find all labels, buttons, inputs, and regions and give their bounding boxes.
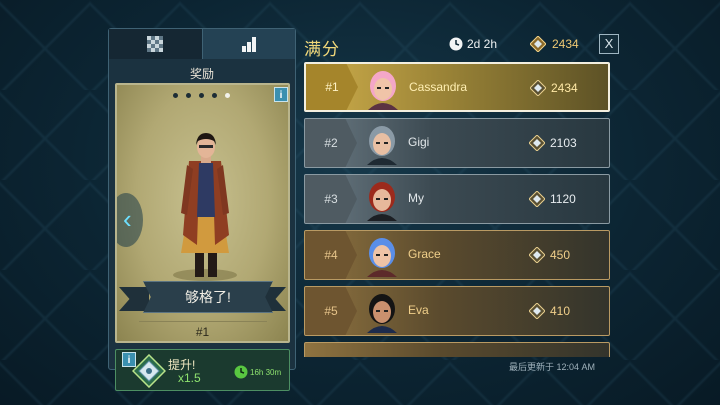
qualified-banner: 够格了!	[143, 281, 273, 313]
player-score: 2103	[529, 135, 577, 151]
total-score: 2434	[530, 36, 579, 52]
tab-leaderboard[interactable]	[202, 29, 295, 59]
tab-checker[interactable]	[109, 29, 203, 59]
rank-badge: #3	[305, 175, 357, 223]
player-name: Grace	[408, 247, 441, 261]
diamond-icon	[529, 135, 545, 151]
player-score-value: 2103	[550, 136, 577, 150]
tab-bar	[109, 29, 295, 59]
leaderboard-row[interactable]: #1 Cassandra 2434	[304, 62, 610, 112]
diamond-gem-icon	[132, 354, 166, 388]
leaderboard-row[interactable]: #3 My 1120	[304, 174, 610, 224]
reward-title: 奖励	[189, 67, 214, 81]
clock-icon	[449, 37, 463, 51]
leaderboard-row[interactable]: #2 Gigi 2103	[304, 118, 610, 168]
player-score: 2434	[530, 80, 578, 96]
player-score: 1120	[529, 191, 576, 207]
player-avatar	[367, 182, 397, 221]
rank-badge: #5	[305, 287, 357, 335]
player-name: My	[408, 191, 424, 205]
player-avatar	[367, 238, 397, 277]
boost-time-left: 16h 30m	[250, 368, 282, 377]
event-timer: 2d 2h	[449, 37, 497, 51]
diamond-icon	[529, 191, 545, 207]
boost-multiplier: x1.5	[178, 371, 201, 385]
player-score: 450	[529, 247, 570, 263]
rank-badge: #1	[306, 64, 358, 110]
player-score-value: 410	[550, 304, 571, 318]
player-score-value: 450	[550, 248, 571, 262]
reward-panel: 奖励 i ‹ 够格了! #1 i 提升! x1.5 16h 30m	[108, 28, 296, 391]
card-divider	[139, 321, 267, 322]
diamond-icon	[529, 303, 545, 319]
player-avatar	[367, 294, 397, 333]
boost-box[interactable]: i 提升! x1.5 16h 30m	[115, 349, 290, 391]
last-updated: 最后更新于 12:04 AM	[509, 362, 596, 372]
player-name: Gigi	[408, 135, 430, 149]
leaderboard-row-partial[interactable]	[304, 342, 610, 357]
leaderboard-row[interactable]: #4 Grace 450	[304, 230, 610, 280]
game-screen: 奖励 i ‹ 够格了! #1 i 提升! x1.5 16h 30m 满分 2d …	[0, 0, 720, 405]
player-score-value: 2434	[551, 81, 578, 95]
reward-card: i ‹ 够格了! #1	[115, 83, 290, 343]
diamond-icon	[530, 36, 546, 52]
player-score: 410	[529, 303, 570, 319]
player-score-value: 1120	[550, 192, 576, 206]
reward-rank: #1	[195, 325, 210, 339]
player-avatar	[368, 71, 398, 110]
bar-chart-icon	[241, 37, 256, 52]
rank-badge: #2	[305, 119, 357, 167]
close-button[interactable]: X	[599, 34, 619, 54]
leaderboard-row[interactable]: #5 Eva 410	[304, 286, 610, 336]
player-name: Cassandra	[409, 80, 468, 94]
clock-icon	[234, 365, 248, 379]
player-name: Eva	[408, 303, 429, 317]
diamond-icon	[529, 247, 545, 263]
total-score-value: 2434	[552, 37, 579, 51]
page-title: 满分	[304, 40, 340, 59]
rank-badge: #4	[305, 231, 357, 279]
diamond-icon	[530, 80, 546, 96]
player-avatar	[367, 126, 397, 165]
leaderboard-list: #1 Cassandra 2434 #2 Gigi 2103 #3 My 1120 #4 Grace…	[304, 62, 610, 357]
timer-text: 2d 2h	[467, 37, 498, 51]
checker-icon	[147, 36, 164, 52]
